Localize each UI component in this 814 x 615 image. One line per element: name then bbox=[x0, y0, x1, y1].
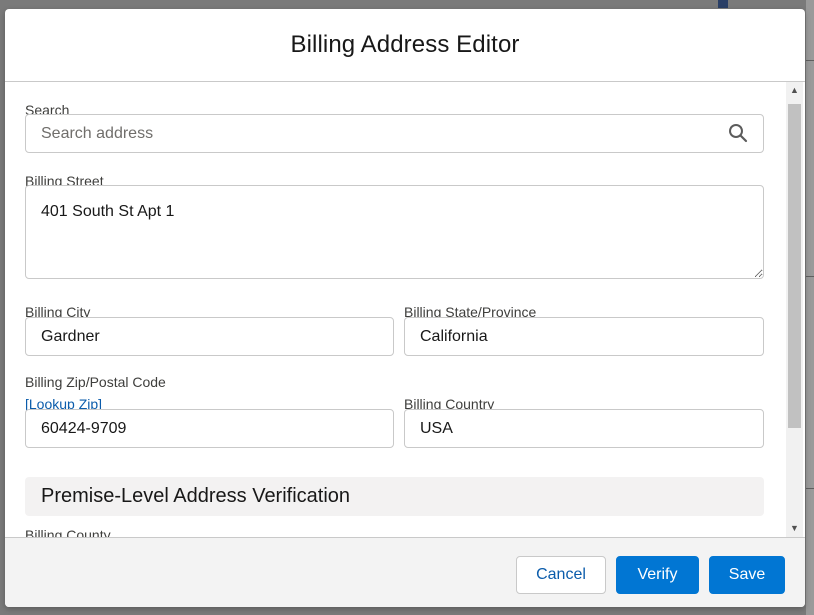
billing-city-input[interactable] bbox=[25, 317, 394, 356]
billing-address-modal: Billing Address Editor Search Billing St… bbox=[5, 9, 805, 607]
billing-street-textarea[interactable]: 401 South St Apt 1 bbox=[25, 185, 764, 279]
modal-header: Billing Address Editor bbox=[5, 9, 805, 82]
billing-country-input[interactable] bbox=[404, 409, 764, 448]
modal-footer: Cancel Verify Save bbox=[5, 537, 805, 607]
modal-body: Search Billing Street 401 South St Apt 1… bbox=[5, 82, 805, 537]
billing-zip-input[interactable] bbox=[25, 409, 394, 448]
scroll-up-arrow-icon[interactable]: ▲ bbox=[786, 82, 803, 99]
section-title: Premise-Level Address Verification bbox=[41, 485, 351, 507]
scroll-down-arrow-icon[interactable]: ▼ bbox=[786, 520, 803, 537]
save-button[interactable]: Save bbox=[709, 556, 785, 594]
modal-scrollbar[interactable]: ▲ ▼ bbox=[786, 82, 803, 537]
background-header-bar bbox=[718, 0, 728, 8]
background-divider bbox=[806, 60, 814, 61]
modal-title: Billing Address Editor bbox=[290, 31, 520, 58]
cancel-button[interactable]: Cancel bbox=[516, 556, 606, 594]
background-page-edge bbox=[806, 0, 814, 615]
billing-county-label: Billing County bbox=[25, 527, 111, 537]
search-input[interactable] bbox=[25, 114, 764, 153]
billing-zip-label: Billing Zip/Postal Code bbox=[25, 374, 166, 390]
billing-state-input[interactable] bbox=[404, 317, 764, 356]
background-divider bbox=[806, 488, 814, 489]
premise-verification-section[interactable]: Premise-Level Address Verification bbox=[25, 477, 764, 516]
scrollbar-thumb[interactable] bbox=[788, 104, 801, 428]
search-icon[interactable] bbox=[728, 123, 748, 143]
background-divider bbox=[806, 276, 814, 277]
verify-button[interactable]: Verify bbox=[616, 556, 699, 594]
